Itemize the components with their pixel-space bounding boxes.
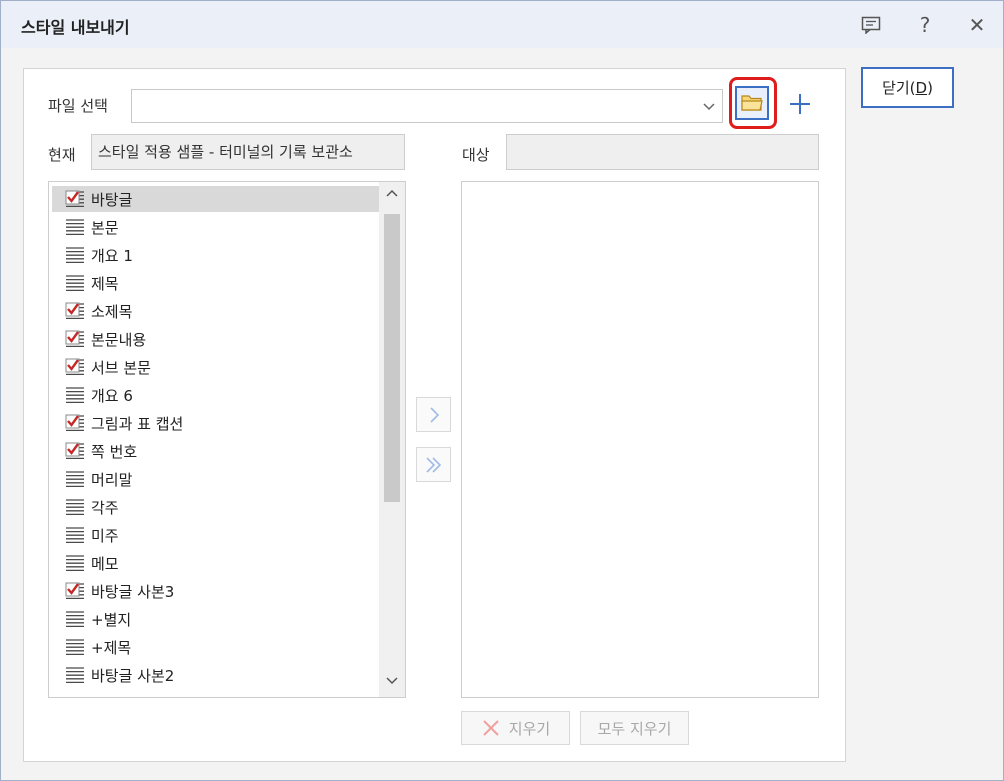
delete-button-label: 지우기 [508,719,551,738]
list-item[interactable]: 바탕글 사본3 [52,578,379,604]
list-item-label: 본문내용 [91,330,147,349]
dialog-title: 스타일 내보내기 [21,18,130,37]
current-label: 현재 [48,146,76,164]
scroll-up-icon[interactable] [385,188,399,198]
target-file-field [506,134,819,170]
list-item[interactable]: +제목 [52,634,379,660]
checked-style-icon[interactable] [64,441,86,461]
style-lines-icon[interactable] [64,609,86,629]
list-item-label: 메모 [91,554,119,573]
scrollbar-thumb[interactable] [384,214,400,502]
target-style-list[interactable] [461,181,819,698]
list-item-label: 본문 [91,218,119,237]
list-item-label: 소제목 [91,302,133,321]
add-file-button[interactable] [784,87,816,121]
folder-icon [741,95,763,111]
style-lines-icon[interactable] [64,525,86,545]
close-icon[interactable]: ✕ [964,12,990,38]
style-lines-icon[interactable] [64,245,86,265]
move-one-button [416,397,451,432]
list-item-label: 그림과 표 캡션 [91,414,184,433]
list-item[interactable]: 그림과 표 캡션 [52,410,379,436]
checked-style-icon[interactable] [64,301,86,321]
list-item-label: 바탕글 사본2 [91,666,175,685]
checked-style-icon[interactable] [64,413,86,433]
list-item[interactable]: 각주 [52,494,379,520]
style-lines-icon[interactable] [64,385,86,405]
delete-button: 지우기 [461,711,570,745]
style-lines-icon[interactable] [64,637,86,657]
list-item-label: 개요 1 [91,246,133,265]
list-item[interactable]: 본문내용 [52,326,379,352]
list-item[interactable]: 쪽 번호 [52,438,379,464]
checked-style-icon[interactable] [64,357,86,377]
list-item-label: 각주 [91,498,119,517]
title-bar: 스타일 내보내기 ? ✕ [1,1,1003,48]
style-lines-icon[interactable] [64,273,86,293]
chevron-right-icon [429,406,439,423]
checked-style-icon[interactable] [64,189,86,209]
help-icon[interactable]: ? [912,12,938,38]
current-file-field: 스타일 적용 샘플 - 터미널의 기록 보관소 [91,134,405,170]
style-export-dialog: 스타일 내보내기 ? ✕ 닫기(D) 파일 선택 현재 스타일 적용 샘플 - … [0,0,1004,781]
chevron-down-icon [703,103,715,111]
list-item[interactable]: 머리말 [52,466,379,492]
checked-style-icon[interactable] [64,581,86,601]
list-item-label: 개요 6 [91,386,133,405]
delete-x-icon [483,720,499,736]
list-item-label: +제목 [91,638,132,657]
comment-icon[interactable] [858,12,884,38]
list-item-label: +별지 [91,610,132,629]
style-lines-icon[interactable] [64,553,86,573]
plus-icon [790,94,810,114]
list-item[interactable]: 미주 [52,522,379,548]
list-item-label: 바탕글 [91,190,133,209]
close-button-label: 닫기(D) [882,79,933,97]
checked-style-icon[interactable] [64,329,86,349]
list-item[interactable]: 본문 [52,214,379,240]
list-item[interactable]: 소제목 [52,298,379,324]
list-item[interactable]: 바탕글 [52,186,379,212]
list-item[interactable]: 바탕글 사본2 [52,662,379,688]
scroll-down-icon[interactable] [385,676,399,686]
list-item[interactable]: 개요 6 [52,382,379,408]
vertical-scrollbar[interactable] [379,182,405,697]
delete-all-button: 모두 지우기 [580,711,689,745]
file-select-combobox[interactable] [131,89,723,123]
style-lines-icon[interactable] [64,665,86,685]
style-lines-icon[interactable] [64,469,86,489]
move-all-button [416,447,451,482]
list-item[interactable]: 서브 본문 [52,354,379,380]
close-button[interactable]: 닫기(D) [861,67,954,108]
list-item-label: 쪽 번호 [91,442,138,461]
style-lines-icon[interactable] [64,497,86,517]
list-item[interactable]: 개요 1 [52,242,379,268]
list-item-label: 미주 [91,526,119,545]
list-item-label: 바탕글 사본3 [91,582,175,601]
current-style-list[interactable]: 바탕글본문개요 1 제목소제목본문내용서브 본문개요 6 그림과 표 캡션쪽 번호머… [48,181,406,698]
file-select-label: 파일 선택 [48,97,108,115]
double-chevron-right-icon [425,456,441,473]
style-lines-icon[interactable] [64,217,86,237]
list-item-label: 제목 [91,274,119,293]
target-label: 대상 [462,146,490,164]
list-item-label: 머리말 [91,470,133,489]
list-item[interactable]: +별지 [52,606,379,632]
open-folder-button[interactable] [735,86,769,120]
list-item[interactable]: 메모 [52,550,379,576]
list-item[interactable]: 제목 [52,270,379,296]
delete-all-button-label: 모두 지우기 [597,719,672,738]
list-item-label: 서브 본문 [91,358,151,377]
